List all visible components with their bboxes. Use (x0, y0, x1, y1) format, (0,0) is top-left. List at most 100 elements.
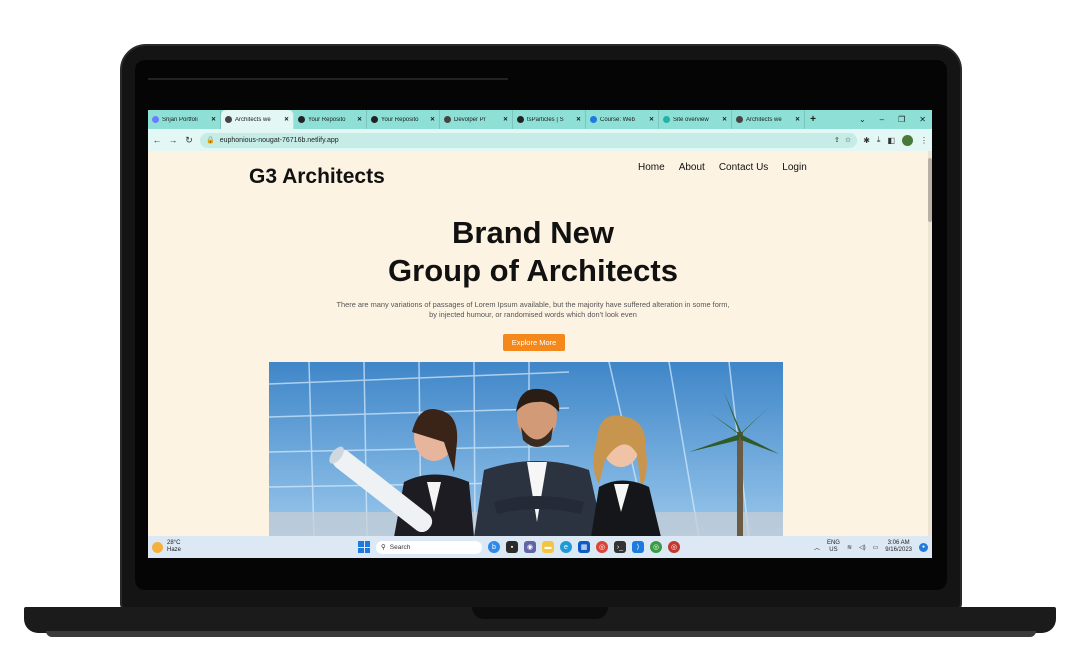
menu-kebab-icon[interactable]: ⋮ (920, 136, 928, 145)
netlify-icon (663, 116, 670, 123)
page-scrollbar-thumb[interactable] (928, 158, 932, 222)
tsparticles-icon (517, 116, 524, 123)
browser-tab[interactable]: tsParticles | S ✕ (513, 110, 586, 129)
hero-title-line-1: Brand New (452, 215, 614, 250)
search-icon: ⚲ (381, 544, 386, 551)
webpage: G3 Architects Home About Contact Us Logi… (148, 151, 932, 537)
hero-title-line-2: Group of Architects (388, 253, 678, 288)
minimize-icon[interactable]: – (880, 115, 884, 124)
laptop-screen: Srijan Portfoli ✕ Architects we ✕ Your Repos… (148, 110, 932, 558)
site-nav: Home About Contact Us Login (638, 162, 807, 173)
window-controls: ⌄ – ❐ ✕ (859, 115, 932, 124)
volume-icon[interactable]: ◁) (859, 544, 866, 551)
nav-login[interactable]: Login (782, 162, 806, 173)
course-icon (590, 116, 597, 123)
globe-icon (736, 116, 743, 123)
restore-icon[interactable]: ❐ (898, 115, 905, 124)
hero-title: Brand New Group of Architects (148, 214, 918, 290)
windows-taskbar: 28°C Haze ⚲ Search b ▪ ◉ ▬ e ▦ ◎ ›_ ⟩ ◎ (148, 536, 932, 558)
forward-icon[interactable]: → (168, 135, 178, 145)
region-code: US (829, 547, 838, 553)
tray-overflow-chevron-icon[interactable]: ︿ (814, 543, 820, 552)
terminal-icon[interactable]: ›_ (614, 541, 626, 553)
browser-tab[interactable]: Devolper Pr ✕ (440, 110, 513, 129)
bookmark-star-icon[interactable]: ☆ (845, 136, 851, 144)
browser-tab[interactable]: Site overview ✕ (659, 110, 732, 129)
search-placeholder: Search (389, 543, 411, 551)
language-code: ENG (826, 540, 840, 546)
tab-title: Course: Web (600, 116, 635, 123)
globe-icon (444, 116, 451, 123)
close-tab-icon[interactable]: ✕ (576, 116, 581, 123)
notification-icon[interactable]: ● (919, 542, 928, 552)
tab-title: Srijan Portfoli (162, 116, 198, 123)
close-tab-icon[interactable]: ✕ (211, 116, 216, 123)
clock-time: 3:06 AM (887, 540, 910, 546)
store-icon[interactable]: ▦ (578, 541, 590, 553)
windows-start-icon[interactable] (358, 541, 370, 553)
file-explorer-icon[interactable]: ▬ (542, 541, 554, 553)
task-view-icon[interactable]: ▪ (506, 541, 518, 553)
side-panel-icon[interactable]: ◧ (887, 136, 895, 145)
nav-about[interactable]: About (679, 162, 705, 173)
weather-haze-icon (152, 541, 163, 553)
site-logo[interactable]: G3 Architects (249, 165, 385, 189)
bing-icon[interactable]: b (488, 541, 500, 553)
address-bar[interactable]: 🔒 euphonious-nougat-76716b.netlify.app ⇪… (200, 132, 858, 148)
browser-toolbar: ← → ↻ 🔒 euphonious-nougat-76716b.netlify… (148, 129, 932, 151)
browser-tab[interactable]: Your Reposito ✕ (294, 110, 367, 129)
weather-condition: Haze (167, 547, 182, 553)
nav-contact-us[interactable]: Contact Us (719, 162, 768, 173)
lock-icon[interactable]: 🔒 (206, 136, 215, 144)
clock[interactable]: 3:06 AM 9/16/2023 (885, 540, 912, 554)
browser-tab[interactable]: Srijan Portfoli ✕ (148, 110, 221, 129)
browser-tab[interactable]: Architects we ✕ (732, 110, 805, 129)
chrome-icon[interactable]: ◎ (596, 541, 608, 553)
battery-icon[interactable]: ▭ (873, 544, 879, 551)
close-window-icon[interactable]: ✕ (919, 115, 926, 124)
teams-chat-icon[interactable]: ◉ (524, 541, 536, 553)
tab-title: Your Reposito (381, 116, 419, 123)
chrome-profile-2-icon[interactable]: ◎ (668, 541, 680, 553)
new-tab-button[interactable]: + (805, 114, 821, 125)
close-tab-icon[interactable]: ✕ (357, 116, 362, 123)
wifi-icon[interactable]: ≋ (847, 544, 852, 551)
tab-title: Devolper Pr (454, 116, 486, 123)
laptop-hinge-notch (472, 607, 608, 619)
share-icon[interactable]: ⇪ (834, 136, 840, 144)
globe-icon (225, 116, 232, 123)
reload-icon[interactable]: ↻ (184, 135, 194, 146)
taskbar-search[interactable]: ⚲ Search (376, 540, 482, 554)
globe-icon (152, 116, 159, 123)
close-tab-icon[interactable]: ✕ (795, 116, 800, 123)
download-icon[interactable]: ⤓ (877, 135, 881, 145)
close-tab-icon[interactable]: ✕ (722, 116, 727, 123)
weather-temperature: 28°C (167, 540, 181, 546)
close-tab-icon[interactable]: ✕ (284, 116, 289, 123)
close-tab-icon[interactable]: ✕ (649, 116, 654, 123)
laptop-base-edge (46, 631, 1036, 637)
github-icon (371, 116, 378, 123)
hero-photo (269, 362, 783, 537)
chrome-profile-icon[interactable]: ◎ (650, 541, 662, 553)
extensions-icon[interactable]: ✱ (863, 136, 870, 145)
browser-tab-strip: Srijan Portfoli ✕ Architects we ✕ Your Repos… (148, 110, 932, 129)
language-indicator[interactable]: ENG US (827, 540, 840, 554)
tab-search-icon[interactable]: ⌄ (859, 115, 866, 124)
nav-home[interactable]: Home (638, 162, 665, 173)
explore-more-button[interactable]: Explore More (503, 334, 565, 351)
close-tab-icon[interactable]: ✕ (503, 116, 508, 123)
close-tab-icon[interactable]: ✕ (430, 116, 435, 123)
weather-widget[interactable]: 28°C Haze (148, 540, 348, 554)
browser-tab[interactable]: Architects we ✕ (221, 110, 294, 129)
tab-title: Architects we (746, 116, 782, 123)
back-icon[interactable]: ← (152, 135, 162, 145)
edge-icon[interactable]: e (560, 541, 572, 553)
browser-tab[interactable]: Course: Web ✕ (586, 110, 659, 129)
browser-tab[interactable]: Your Reposito ✕ (367, 110, 440, 129)
tab-title: Site overview (673, 116, 709, 123)
tab-title: Architects we (235, 116, 271, 123)
profile-avatar[interactable] (902, 134, 913, 146)
vscode-icon[interactable]: ⟩ (632, 541, 644, 553)
github-icon (298, 116, 305, 123)
